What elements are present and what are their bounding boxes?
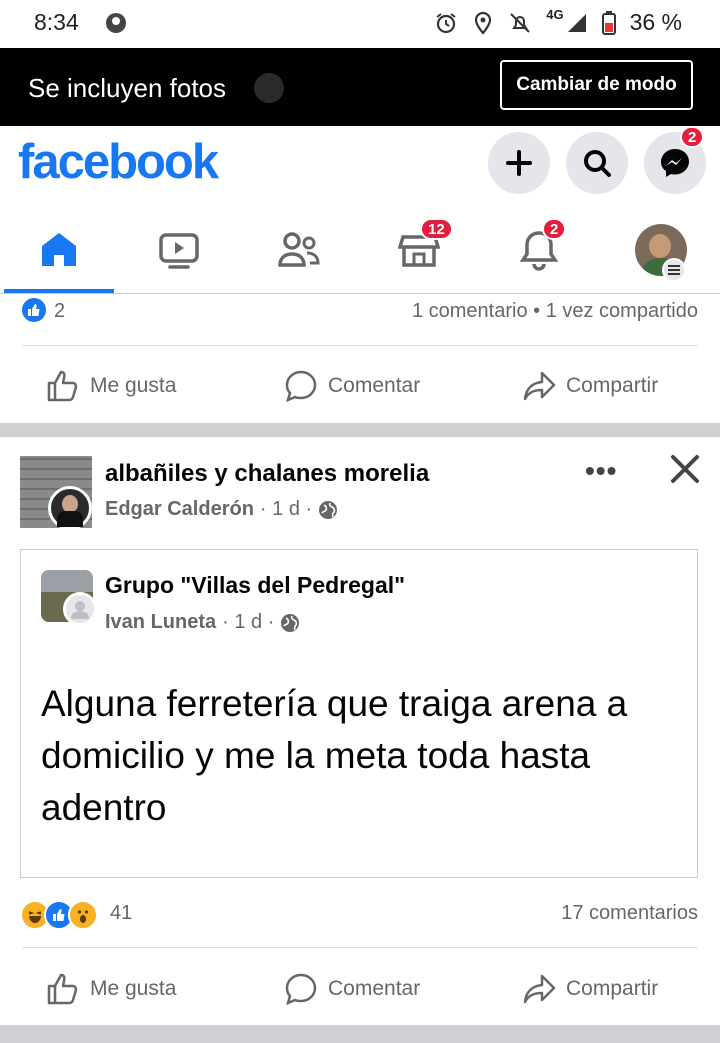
share-icon (523, 371, 556, 401)
post2-comment-button[interactable]: Comentar (284, 969, 420, 1009)
close-icon[interactable] (668, 452, 702, 491)
mute-icon (508, 11, 532, 35)
thumbs-up-icon (47, 973, 78, 1005)
like-label: Me gusta (90, 977, 177, 1000)
thumbs-up-icon (47, 370, 78, 402)
app-header: facebook 2 (0, 126, 720, 208)
reactions-count[interactable]: 41 (110, 902, 132, 925)
tab-bar: 12 2 (0, 208, 720, 294)
divider (22, 947, 698, 948)
share-icon (523, 974, 556, 1004)
video-icon (159, 233, 199, 269)
divider (22, 345, 698, 346)
marketplace-badge: 12 (420, 218, 453, 240)
post2-comments-count[interactable]: 17 comentarios (561, 902, 698, 925)
user-placeholder-icon (71, 601, 89, 619)
author-avatar[interactable] (48, 486, 92, 530)
create-button[interactable] (488, 132, 550, 194)
post1-like-button[interactable]: Me gusta (46, 366, 176, 406)
globe-icon (319, 500, 338, 519)
battery-icon (601, 10, 616, 35)
battery-level: 36 % (629, 9, 682, 35)
shared-meta: Ivan Luneta · 1 d · (105, 611, 300, 634)
shared-author-avatar[interactable] (63, 592, 97, 626)
active-tab-indicator (4, 289, 114, 293)
mode-icon (254, 73, 284, 103)
tab-friends[interactable] (264, 220, 334, 280)
friends-icon (278, 232, 320, 267)
post2-like-button[interactable]: Me gusta (46, 969, 176, 1009)
signal-icon (566, 12, 588, 34)
tab-watch[interactable] (144, 220, 214, 280)
post2-group-name[interactable]: albañiles y chalanes morelia (105, 460, 429, 488)
comment-icon (285, 370, 317, 403)
post1-comments-shares[interactable]: 1 comentario • 1 vez compartido (412, 300, 698, 323)
shared-time[interactable]: · 1 d · (222, 611, 274, 634)
alarm-icon (434, 11, 458, 35)
post2-actions: Me gusta Comentar Compartir (0, 959, 720, 1017)
plus-icon (506, 150, 532, 176)
more-options-icon[interactable]: ••• (585, 455, 617, 487)
like-reaction-icon (20, 296, 48, 324)
comment-icon (285, 973, 317, 1006)
feed-separator (0, 423, 720, 437)
tab-menu[interactable] (626, 220, 696, 282)
network-type: 4G (546, 7, 564, 22)
post2-share-button[interactable]: Compartir (522, 969, 658, 1009)
search-button[interactable] (566, 132, 628, 194)
globe-icon (281, 613, 300, 632)
comment-label: Comentar (328, 977, 421, 1000)
post2-meta: Edgar Calderón · 1 d · (105, 498, 338, 521)
messenger-icon (661, 149, 689, 177)
facebook-logo[interactable]: facebook (18, 134, 219, 190)
feed-separator (0, 1025, 720, 1043)
share-label: Compartir (566, 374, 659, 397)
reactions-summary[interactable] (20, 900, 98, 930)
shared-post-card[interactable]: Grupo "Villas del Pedregal" Ivan Luneta … (20, 549, 698, 878)
search-icon (584, 150, 611, 177)
home-icon (42, 233, 76, 266)
tab-home[interactable] (24, 220, 94, 280)
post1-actions: Me gusta Comentar Compartir (0, 356, 720, 414)
shared-author[interactable]: Ivan Luneta (105, 611, 216, 634)
messenger-badge: 2 (680, 126, 705, 148)
post1-stats: 2 1 comentario • 1 vez compartido (0, 294, 720, 334)
tab-notifications[interactable]: 2 (504, 218, 574, 280)
location-icon (472, 11, 494, 35)
messenger-button[interactable]: 2 (644, 126, 706, 194)
comment-label: Comentar (328, 374, 421, 397)
post2-time[interactable]: · 1 d · (260, 498, 312, 521)
mode-bar: Se incluyen fotos Cambiar de modo (0, 48, 720, 126)
post1-share-button[interactable]: Compartir (522, 366, 658, 406)
post1-likes-count[interactable]: 2 (54, 300, 65, 323)
post2-author[interactable]: Edgar Calderón (105, 498, 254, 521)
share-label: Compartir (566, 977, 659, 1000)
change-mode-button[interactable]: Cambiar de modo (500, 60, 693, 110)
post1-comment-button[interactable]: Comentar (284, 366, 420, 406)
shared-group-name[interactable]: Grupo "Villas del Pedregal" (105, 572, 405, 599)
status-time: 8:34 (34, 9, 79, 35)
status-bar: 8:34 4G 36 % (0, 0, 720, 48)
like-label: Me gusta (90, 374, 177, 397)
menu-icon (662, 258, 686, 282)
shared-post-text: Alguna ferretería que traiga arena a dom… (41, 683, 628, 828)
notifications-badge: 2 (542, 218, 567, 240)
notification-icon (104, 11, 128, 40)
wow-reaction-icon (68, 900, 98, 930)
tab-marketplace[interactable]: 12 (384, 218, 454, 280)
mode-bar-text: Se incluyen fotos (28, 73, 227, 103)
